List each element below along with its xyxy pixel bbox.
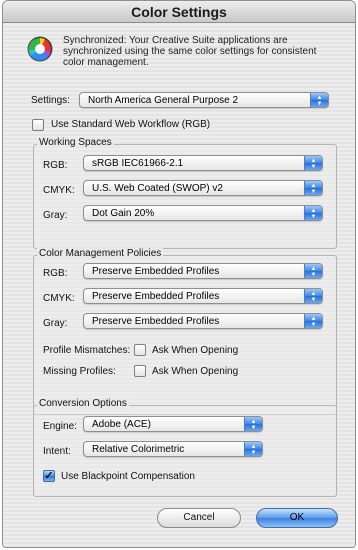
engine-label: Engine: [43,421,77,432]
ws-cmyk-popup[interactable]: U.S. Web Coated (SWOP) v2 ▲ ▼ [83,180,323,196]
popup-arrows-icon: ▲ ▼ [310,93,328,107]
mismatch-ask-label: Ask When Opening [152,345,239,356]
settings-popup[interactable]: North America General Purpose 2 ▲ ▼ [79,92,329,108]
ws-rgb-label: RGB: [43,160,68,171]
conversion-title: Conversion Options [37,398,129,409]
ws-rgb-value: sRGB IEC61966-2.1 [92,158,184,169]
engine-popup[interactable]: Adobe (ACE) ▲ ▼ [83,416,263,432]
popup-arrows-icon: ▲ ▼ [304,181,322,195]
sync-line-2: synchronized using the same color settin… [63,46,317,57]
ws-rgb-popup[interactable]: sRGB IEC61966-2.1 ▲ ▼ [83,155,323,171]
pol-cmyk-popup[interactable]: Preserve Embedded Profiles ▲ ▼ [83,288,323,304]
policies-group [33,255,337,415]
blackpoint-label: Use Blackpoint Compensation [61,471,195,482]
cancel-button[interactable]: Cancel [157,508,241,528]
popup-arrows-icon: ▲ ▼ [304,289,322,303]
ok-button[interactable]: OK [256,508,338,528]
sync-line-3: color management. [63,57,149,68]
pol-gray-popup[interactable]: Preserve Embedded Profiles ▲ ▼ [83,313,323,329]
pol-rgb-label: RGB: [43,268,68,279]
sync-status-text: Synchronized: Your Creative Suite applic… [63,35,333,68]
popup-arrows-icon: ▲ ▼ [304,264,322,278]
pol-rgb-value: Preserve Embedded Profiles [92,266,220,277]
intent-popup[interactable]: Relative Colorimetric ▲ ▼ [83,441,263,457]
popup-arrows-icon: ▲ ▼ [244,417,262,431]
ws-cmyk-label: CMYK: [43,185,75,196]
color-wheel-icon [27,36,53,62]
popup-arrows-icon: ▲ ▼ [304,314,322,328]
dialog-content: Synchronized: Your Creative Suite applic… [3,24,355,547]
mismatch-ask-checkbox[interactable] [134,344,146,356]
ws-cmyk-value: U.S. Web Coated (SWOP) v2 [92,183,223,194]
sync-line-1: Synchronized: Your Creative Suite applic… [63,35,288,46]
missing-label: Missing Profiles: [43,366,116,377]
pol-rgb-popup[interactable]: Preserve Embedded Profiles ▲ ▼ [83,263,323,279]
pol-gray-value: Preserve Embedded Profiles [92,316,220,327]
intent-label: Intent: [43,446,71,457]
intent-value: Relative Colorimetric [92,444,185,455]
missing-ask-label: Ask When Opening [152,366,239,377]
web-workflow-checkbox[interactable] [32,119,44,131]
blackpoint-checkbox[interactable]: ✓ [43,470,55,482]
missing-ask-checkbox[interactable] [134,365,146,377]
popup-arrows-icon: ▲ ▼ [304,156,322,170]
settings-value: North America General Purpose 2 [88,95,239,106]
ws-gray-popup[interactable]: Dot Gain 20% ▲ ▼ [83,205,323,221]
pol-cmyk-value: Preserve Embedded Profiles [92,291,220,302]
pol-gray-label: Gray: [43,318,68,329]
window-title: Color Settings [3,1,355,23]
checkmark-icon: ✓ [44,470,54,482]
pol-cmyk-label: CMYK: [43,293,75,304]
policies-title: Color Management Policies [37,248,164,259]
mismatch-label: Profile Mismatches: [43,345,131,356]
ws-gray-label: Gray: [43,210,68,221]
color-settings-window: Color Settings Synchronized: Your Creati… [2,0,356,548]
ws-gray-value: Dot Gain 20% [92,208,155,219]
settings-label: Settings: [31,95,70,106]
engine-value: Adobe (ACE) [92,419,151,430]
popup-arrows-icon: ▲ ▼ [304,206,322,220]
web-workflow-label: Use Standard Web Workflow (RGB) [51,119,211,130]
working-spaces-title: Working Spaces [37,137,114,148]
popup-arrows-icon: ▲ ▼ [244,442,262,456]
